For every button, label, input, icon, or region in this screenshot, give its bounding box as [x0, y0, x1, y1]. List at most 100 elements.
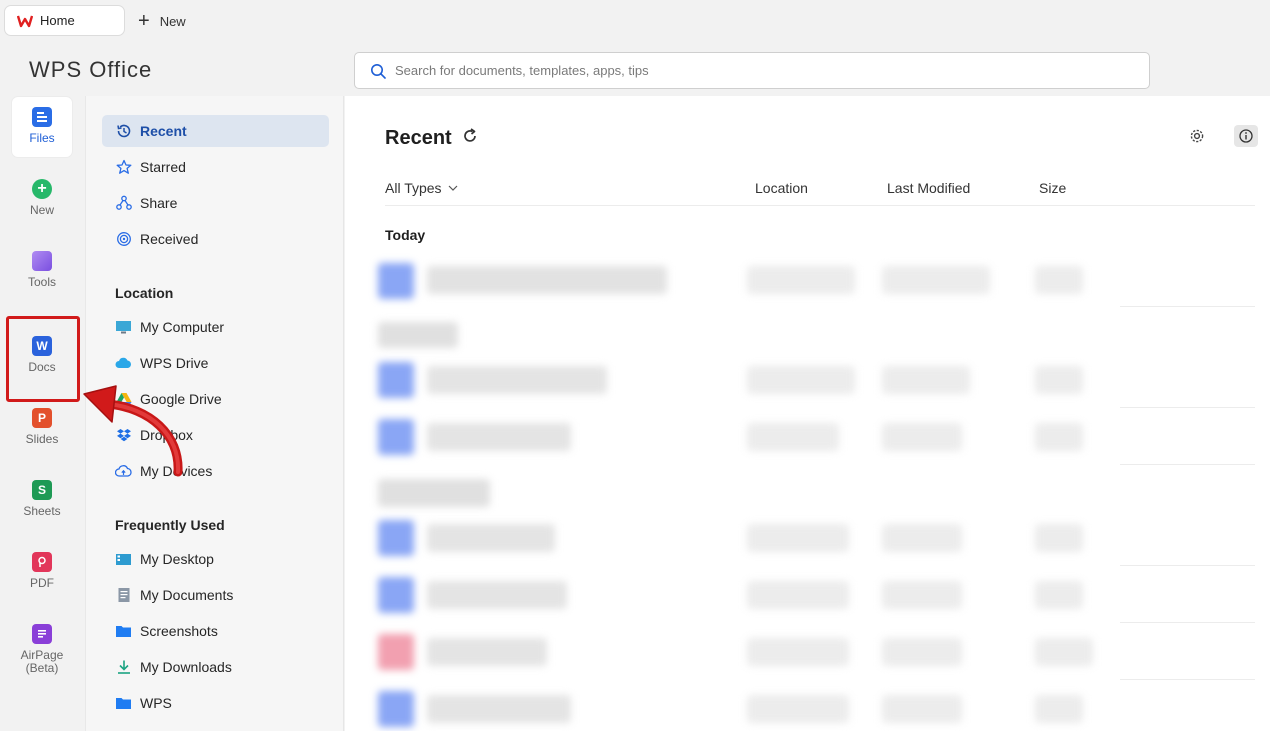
group-today-heading: Today	[385, 227, 426, 243]
file-name	[427, 423, 571, 451]
app-rail: Files + New Tools W Docs P Slides S Shee…	[0, 96, 84, 731]
rail-files[interactable]: Files	[12, 97, 72, 157]
airpage-icon	[32, 624, 52, 644]
plus-icon: +	[138, 10, 150, 32]
all-types-filter[interactable]: All Types	[385, 180, 458, 196]
file-location	[747, 266, 855, 294]
rail-new[interactable]: + New	[12, 169, 72, 229]
sidebar-item-wps-drive[interactable]: WPS Drive	[102, 347, 329, 379]
row-divider	[1120, 622, 1255, 623]
file-name	[427, 524, 555, 552]
files-icon	[32, 107, 52, 127]
rail-label: PDF	[30, 576, 54, 590]
rail-label: AirPage (Beta)	[20, 648, 64, 675]
sidebar-item-label: Recent	[140, 123, 187, 139]
search-input[interactable]	[395, 63, 1095, 78]
annotation-arrow-icon	[83, 385, 183, 477]
info-icon	[1239, 129, 1253, 143]
rail-label: Files	[29, 131, 55, 145]
row-divider	[1120, 565, 1255, 566]
rail-label: New	[29, 203, 54, 217]
file-location	[747, 524, 849, 552]
file-name	[427, 695, 571, 723]
folder-icon	[115, 623, 132, 640]
sidebar-item-my-downloads[interactable]: My Downloads	[102, 651, 329, 683]
file-location	[747, 581, 849, 609]
file-size	[1035, 581, 1083, 609]
row-divider	[1120, 679, 1255, 680]
frequently-used-section-title: Frequently Used	[115, 517, 225, 533]
search-box[interactable]	[354, 52, 1150, 89]
sheets-s-icon: S	[32, 480, 52, 500]
computer-icon	[115, 319, 132, 336]
file-location	[747, 366, 855, 394]
doc-icon	[378, 419, 414, 455]
file-size	[1035, 266, 1083, 294]
file-location	[747, 695, 849, 723]
sidebar-item-my-desktop[interactable]: My Desktop	[102, 543, 329, 575]
sidebar-item-label: Received	[140, 231, 199, 247]
tab-home[interactable]: Home	[4, 5, 125, 36]
doc-icon	[378, 263, 414, 299]
rail-airpage[interactable]: AirPage (Beta)	[12, 614, 72, 684]
file-modified	[882, 638, 962, 666]
rail-pdf[interactable]: PDF	[12, 542, 72, 602]
new-tab-button[interactable]: + New	[138, 10, 186, 32]
tools-icon	[32, 251, 52, 271]
folder-icon	[115, 695, 132, 712]
sidebar-item-my-computer[interactable]: My Computer	[102, 311, 329, 343]
slides-p-icon: P	[32, 408, 52, 428]
refresh-icon[interactable]	[461, 127, 479, 145]
main-panel: Recent All Types Location Last Modified …	[345, 96, 1270, 731]
filter-label: All Types	[385, 180, 442, 196]
recent-clock-icon	[115, 123, 132, 140]
sidebar-item-label: My Downloads	[140, 659, 232, 675]
file-name	[427, 638, 547, 666]
file-size	[1035, 366, 1083, 394]
sidebar-item-wps[interactable]: WPS	[102, 687, 329, 719]
file-modified	[882, 695, 962, 723]
sidebar-item-starred[interactable]: Starred	[102, 151, 329, 183]
doc-icon	[378, 520, 414, 556]
file-size	[1035, 638, 1093, 666]
sidebar-item-label: My Documents	[140, 587, 234, 603]
sidebar-item-label: My Computer	[140, 319, 225, 335]
info-button[interactable]	[1234, 125, 1258, 147]
sidebar-item-screenshots[interactable]: Screenshots	[102, 615, 329, 647]
sidebar-item-my-documents[interactable]: My Documents	[102, 579, 329, 611]
file-name	[427, 366, 607, 394]
column-location[interactable]: Location	[755, 180, 808, 196]
rail-sheets[interactable]: S Sheets	[12, 470, 72, 530]
sidebar-item-label: Starred	[140, 159, 186, 175]
sidebar-item-recent[interactable]: Recent	[102, 115, 329, 147]
gear-icon[interactable]	[1188, 127, 1206, 145]
pdf-file-icon	[378, 634, 414, 670]
share-icon	[115, 195, 132, 212]
sidebar-item-label: WPS	[140, 695, 172, 711]
sidebar-item-label: My Desktop	[140, 551, 214, 567]
file-size	[1035, 423, 1083, 451]
page-title: Recent	[385, 127, 452, 149]
sidebar-item-share[interactable]: Share	[102, 187, 329, 219]
rail-slides[interactable]: P Slides	[12, 398, 72, 458]
doc-icon	[378, 362, 414, 398]
chevron-down-icon	[448, 185, 457, 191]
rail-label: Tools	[27, 275, 56, 289]
sidebar-item-label: Share	[140, 195, 178, 211]
file-modified	[882, 423, 962, 451]
desktop-icon	[115, 551, 132, 568]
doc-icon	[378, 577, 414, 613]
sidebar-item-received[interactable]: Received	[102, 223, 329, 255]
title-bar: Home + New	[0, 0, 1270, 42]
brand-logo: WPS Office	[29, 57, 153, 82]
row-divider	[1120, 407, 1255, 408]
sidebar-item-label: WPS Drive	[140, 355, 209, 371]
cloud-icon	[115, 355, 132, 372]
column-size[interactable]: Size	[1039, 180, 1066, 196]
file-modified	[882, 524, 962, 552]
row-divider	[1120, 306, 1255, 307]
column-last-modified[interactable]: Last Modified	[887, 180, 970, 196]
rail-tools[interactable]: Tools	[12, 241, 72, 301]
star-icon	[115, 159, 132, 176]
location-section-title: Location	[115, 285, 174, 301]
